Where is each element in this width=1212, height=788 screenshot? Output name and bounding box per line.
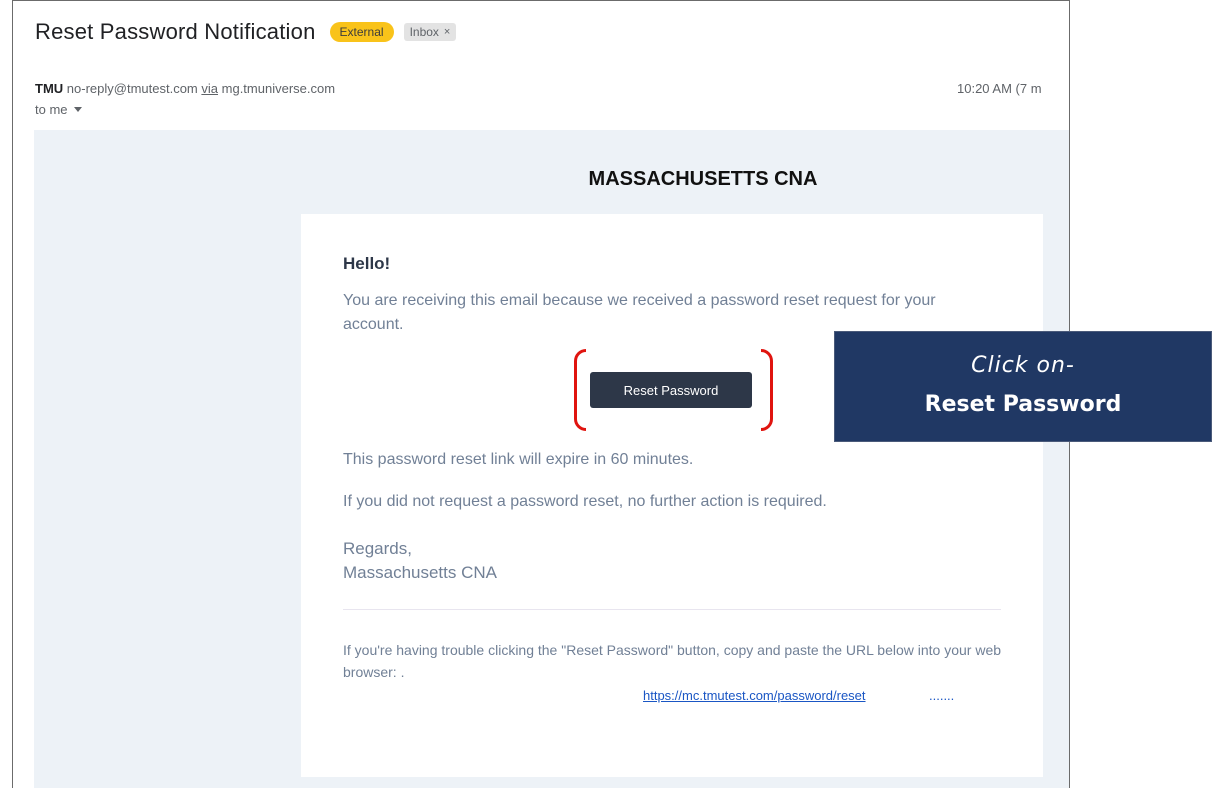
highlight-bracket-right [761, 349, 773, 431]
recipient-label: to me [35, 102, 68, 117]
via-link[interactable]: via [201, 81, 218, 96]
greeting: Hello! [343, 254, 391, 273]
no-action-note: If you did not request a password reset,… [343, 493, 827, 510]
expiry-note: This password reset link will expire in … [343, 451, 694, 468]
brand-title-row: MASSACHUSETTS CNA [13, 168, 1069, 191]
email-content-card: Hello! You are receiving this email beca… [301, 214, 1043, 777]
email-subject: Reset Password Notification [35, 19, 316, 44]
external-label-chip: External [329, 22, 394, 42]
reset-password-button[interactable]: Reset Password [590, 372, 752, 408]
reset-url-link[interactable]: https://mc.tmutest.com/password/reset [643, 688, 866, 703]
via-domain: mg.tmuniverse.com [221, 81, 336, 96]
callout-target: Reset Password [924, 392, 1122, 417]
regards-text: Regards, [343, 539, 412, 558]
trouble-text-suffix: . [400, 664, 405, 680]
sender-name: TMU [35, 81, 64, 96]
highlight-bracket-left [574, 349, 586, 431]
intro-text: You are receiving this email because we … [343, 292, 936, 333]
recipient-row[interactable]: to me [35, 102, 82, 117]
chevron-down-icon[interactable] [73, 107, 82, 112]
remove-label-icon[interactable]: × [444, 25, 450, 39]
divider [343, 609, 1001, 610]
brand-title: MASSACHUSETTS CNA [588, 168, 818, 190]
sender-address: no-reply@tmutest.com [66, 81, 198, 96]
sender-info: TMU no-reply@tmutest.com via mg.tmuniver… [35, 81, 335, 96]
trouble-text: If you're having trouble clicking the "R… [343, 642, 1002, 680]
sign-off: Regards, Massachusetts CNA [343, 537, 497, 585]
inbox-label-text: Inbox [409, 25, 439, 39]
callout-instruction: Click on- [971, 353, 1075, 378]
instruction-callout: Click on- Reset Password [834, 331, 1212, 442]
signature-text: Massachusetts CNA [343, 563, 497, 582]
url-ellipsis: ....... [929, 688, 955, 703]
subject-row: Reset Password Notification External Inb… [35, 19, 457, 45]
trouble-text-block: If you're having trouble clicking the "R… [343, 639, 1003, 683]
email-timestamp: 10:20 AM (7 m [957, 81, 1042, 96]
inbox-label-chip: Inbox × [403, 23, 457, 41]
